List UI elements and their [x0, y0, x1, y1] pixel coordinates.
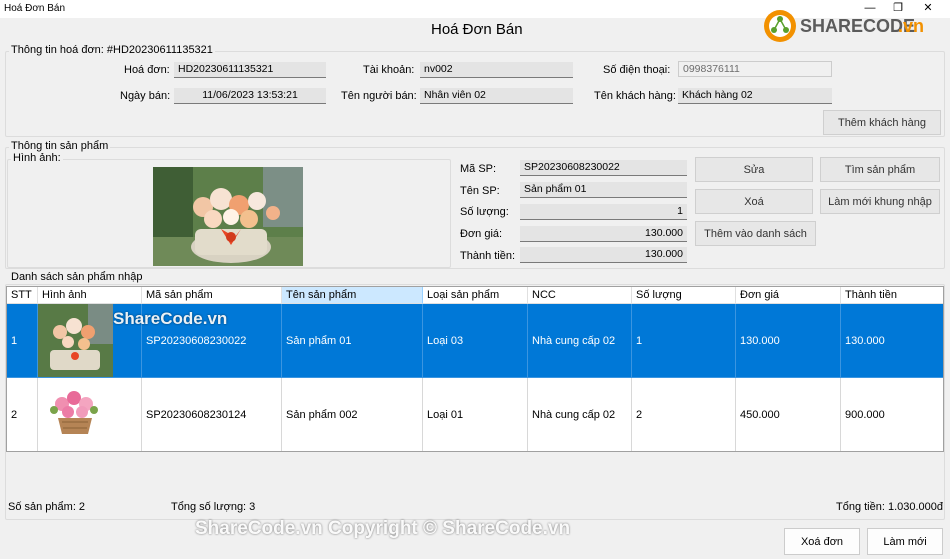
cell-hinh-anh[interactable]	[38, 378, 142, 451]
lam-moi-button[interactable]: Làm mới	[867, 528, 943, 555]
col-header-ma-san-pham[interactable]: Mã sản phẩm	[142, 287, 282, 304]
window-title: Hoá Đơn Bán	[4, 3, 66, 14]
ma-sp-label: Mã SP:	[460, 163, 497, 175]
logo-domain: .vn	[898, 16, 925, 36]
cell-don-gia[interactable]: 450.000	[736, 378, 841, 451]
cell-so-luong[interactable]: 2	[632, 378, 736, 451]
tong-tien-text: Tổng tiền: 1.030.000đ	[836, 501, 944, 513]
col-header-ncc[interactable]: NCC	[528, 287, 632, 304]
product-image-label: Hình ảnh:	[11, 152, 63, 164]
cell-ncc[interactable]: Nhà cung cấp 02	[528, 304, 632, 378]
so-dien-thoai-field[interactable]: 0998376111	[678, 61, 832, 77]
cell-thanh-tien[interactable]: 900.000	[841, 378, 943, 451]
cell-loai-san-pham[interactable]: Loại 03	[423, 304, 528, 378]
col-header-stt[interactable]: STT	[7, 287, 38, 304]
copyright-watermark: ShareCode.vn Copyright © ShareCode.vn	[195, 518, 571, 539]
table-row[interactable]: 2 SP20230608230124 Sản phẩm 002 Loại 01 …	[7, 378, 943, 451]
so-luong-field[interactable]: 1	[520, 204, 687, 220]
cell-stt[interactable]: 1	[7, 304, 38, 378]
cell-ma-san-pham[interactable]: SP20230608230124	[142, 378, 282, 451]
sharecode-logo-icon	[764, 10, 796, 42]
xoa-button[interactable]: Xoá	[695, 189, 813, 214]
cell-ten-san-pham[interactable]: Sản phẩm 002	[282, 378, 423, 451]
grid-watermark: ShareCode.vn	[113, 309, 228, 328]
ngay-ban-label: Ngày bán:	[120, 90, 171, 102]
ten-nguoi-ban-label: Tên người bán:	[341, 90, 417, 102]
ten-khach-hang-field[interactable]: Khách hàng 02	[678, 88, 832, 104]
lam-moi-khung-nhap-button[interactable]: Làm mới khung nhập	[820, 189, 940, 214]
them-khach-hang-button[interactable]: Thêm khách hàng	[823, 110, 941, 135]
product-thumbnail-1	[38, 304, 113, 377]
xoa-don-button[interactable]: Xoá đơn	[784, 528, 860, 555]
flower-basket-image	[153, 167, 303, 266]
don-gia-label: Đơn giá:	[460, 228, 503, 240]
col-header-thanh-tien[interactable]: Thành tiền	[841, 287, 943, 304]
tai-khoan-label: Tài khoản:	[363, 64, 415, 76]
so-dien-thoai-label: Số điện thoại:	[603, 64, 671, 76]
col-header-loai-san-pham[interactable]: Loại sản phẩm	[423, 287, 528, 304]
cell-ten-san-pham[interactable]: Sản phẩm 01	[282, 304, 423, 378]
cell-so-luong[interactable]: 1	[632, 304, 736, 378]
product-list-label: Danh sách sản phẩm nhập	[9, 271, 145, 283]
ten-sp-label: Tên SP:	[460, 185, 500, 197]
don-gia-field[interactable]: 130.000	[520, 226, 687, 242]
hoa-don-field[interactable]: HD20230611135321	[174, 62, 326, 78]
ngay-ban-field[interactable]: 11/06/2023 13:53:21	[174, 88, 326, 104]
sharecode-logo: SHARECODE .vn	[762, 8, 942, 44]
ten-sp-field[interactable]: Sản phẩm 01	[520, 182, 687, 198]
invoice-info-label: Thông tin hoá đơn: #HD20230611135321	[9, 44, 215, 56]
cell-thanh-tien[interactable]: 130.000	[841, 304, 943, 378]
cell-don-gia[interactable]: 130.000	[736, 304, 841, 378]
hoa-don-label: Hoá đơn:	[124, 64, 170, 76]
ten-khach-hang-label: Tên khách hàng:	[594, 90, 676, 102]
cell-stt[interactable]: 2	[7, 378, 38, 451]
col-header-don-gia[interactable]: Đơn giá	[736, 287, 841, 304]
thanh-tien-field[interactable]: 130.000	[520, 247, 687, 263]
tong-so-luong-text: Tổng số lượng: 3	[171, 501, 256, 513]
product-info-label: Thông tin sản phẩm	[9, 140, 111, 152]
product-grid[interactable]: STT Hình ảnh Mã sản phẩm Tên sản phẩm Lo…	[6, 286, 944, 452]
col-header-hinh-anh[interactable]: Hình ảnh	[38, 287, 142, 304]
col-header-ten-san-pham[interactable]: Tên sản phẩm	[282, 287, 423, 304]
product-thumbnail-2	[38, 378, 113, 451]
cell-loai-san-pham[interactable]: Loại 01	[423, 378, 528, 451]
form-title: Hoá Đơn Bán	[431, 21, 523, 38]
sua-button[interactable]: Sửa	[695, 157, 813, 182]
so-luong-label: Số lượng:	[460, 206, 509, 218]
ten-nguoi-ban-field[interactable]: Nhân viên 02	[420, 88, 573, 104]
product-image	[153, 167, 303, 266]
tai-khoan-field[interactable]: nv002	[420, 62, 573, 78]
so-san-pham-text: Số sản phẩm: 2	[8, 501, 86, 513]
tim-san-pham-button[interactable]: Tìm sản phẩm	[820, 157, 940, 182]
thanh-tien-label: Thành tiền:	[460, 250, 516, 262]
col-header-so-luong[interactable]: Số lượng	[632, 287, 736, 304]
ma-sp-field[interactable]: SP20230608230022	[520, 160, 687, 176]
them-vao-danh-sach-button[interactable]: Thêm vào danh sách	[695, 221, 816, 246]
cell-ncc[interactable]: Nhà cung cấp 02	[528, 378, 632, 451]
